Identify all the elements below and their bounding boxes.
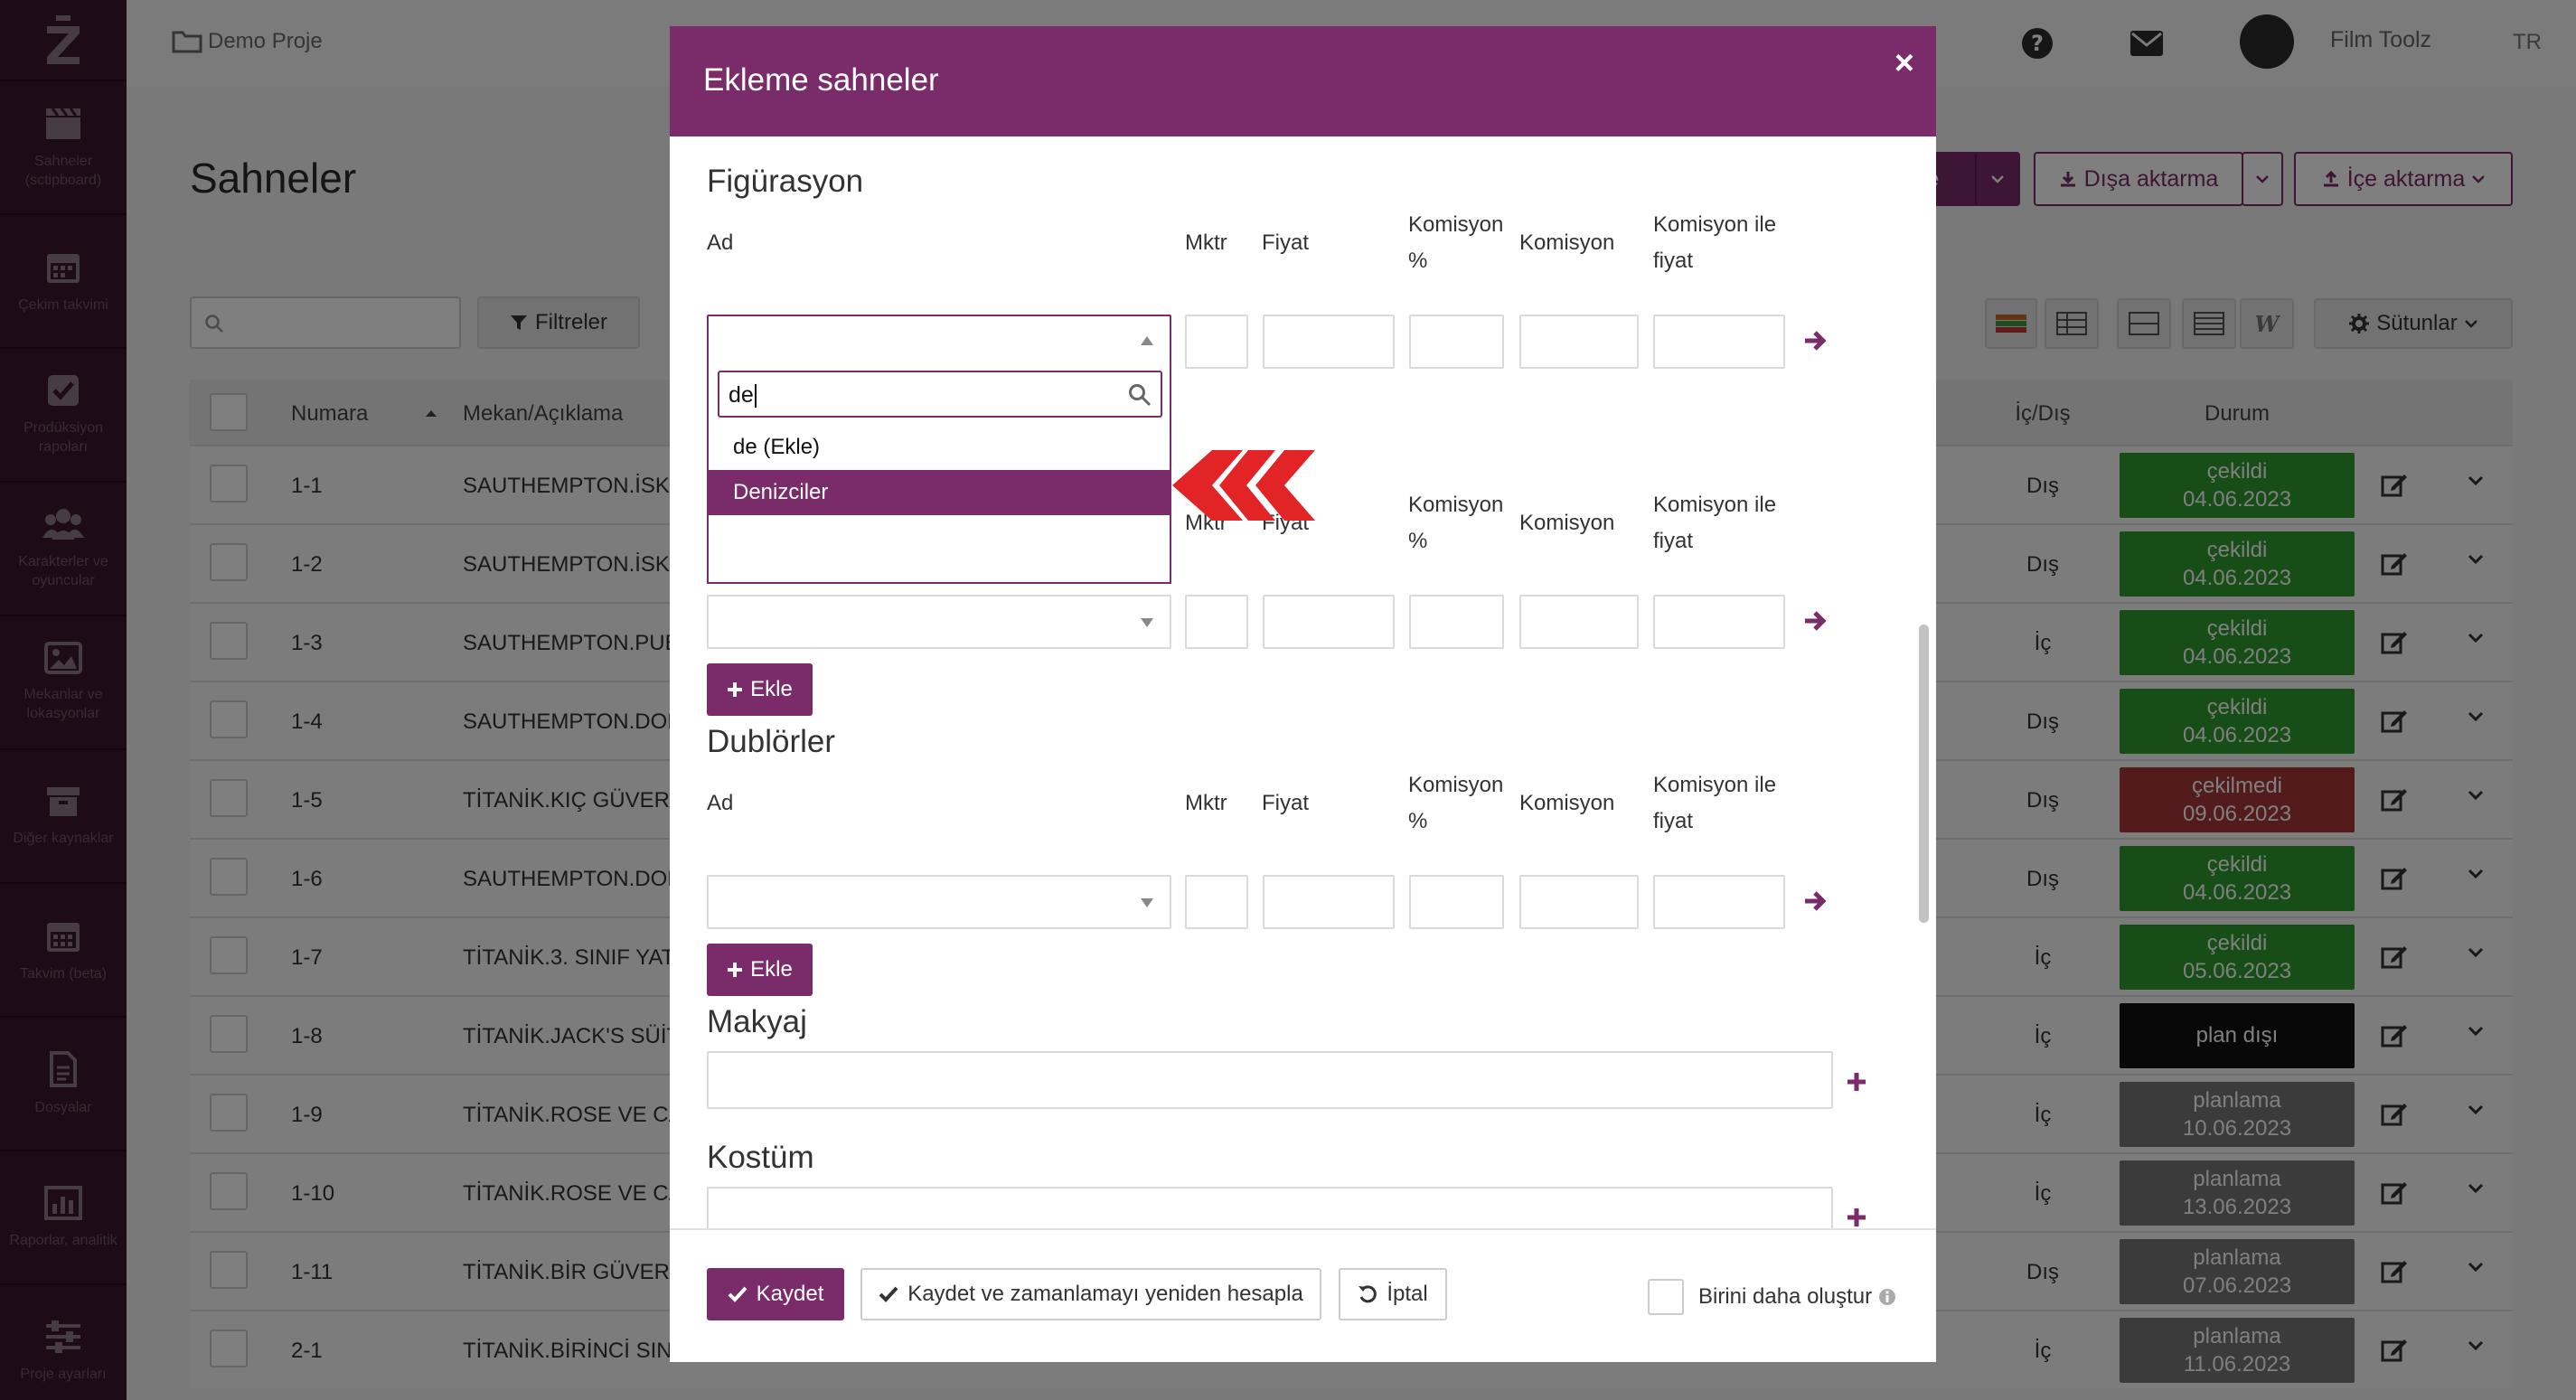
extras-name-select[interactable] [707,595,1171,649]
commission-pct-input[interactable] [1409,875,1504,929]
label-fiyat: Fiyat [1262,791,1310,815]
quantity-input[interactable] [1185,595,1248,649]
plus-icon [728,963,743,977]
section-title-dublorler: Dublörler [707,724,835,759]
check-icon [879,1286,898,1302]
search-icon [1129,384,1152,407]
caret-down-icon [1141,898,1153,907]
modal-scrollbar[interactable] [1919,625,1929,923]
commission-input[interactable] [1519,595,1639,649]
extras-name-select-open[interactable] [707,315,1171,369]
price-input[interactable] [1263,875,1395,929]
label-komisyon: Komisyon [1519,511,1615,535]
quantity-input[interactable] [1185,875,1248,929]
label-komisyon-pct: Komisyon% [1408,773,1504,833]
section-title-makyaj: Makyaj [707,1004,807,1039]
section-title-kostum: Kostüm [707,1140,814,1175]
price-with-commission-input[interactable] [1653,875,1785,929]
caret-up-icon [1141,336,1153,345]
label-komisyon-pct: Komisyon% [1408,493,1504,553]
modal-footer: Kaydet Kaydet ve zamanlamayı yeniden hes… [670,1228,1936,1362]
commission-pct-input[interactable] [1409,315,1504,369]
modal-body: Figürasyon Ad Mktr Fiyat Komisyon% Komis… [670,136,1936,1228]
caret-down-icon [1141,618,1153,627]
label-komisyon-ile-fiyat: Komisyon ile fiyat [1653,212,1777,273]
add-scene-modal: Ekleme sahneler × Figürasyon Ad Mktr Fiy… [670,26,1936,1362]
makeup-input[interactable] [707,1051,1833,1109]
label-mktr: Mktr [1185,791,1227,815]
arrow-right-icon[interactable] [1802,888,1828,914]
price-with-commission-input[interactable] [1653,595,1785,649]
save-label: Kaydet [756,1282,824,1306]
label-fiyat: Fiyat [1262,230,1310,255]
save-button[interactable]: Kaydet [707,1268,844,1320]
add-makeup-plus-icon[interactable] [1847,1072,1866,1092]
dropdown-option-add[interactable]: de (Ekle) [709,425,1171,470]
extras-dropdown: de de (Ekle) Denizciler [707,367,1171,584]
arrow-right-icon[interactable] [1802,328,1828,353]
costume-input[interactable] [707,1187,1833,1228]
save-recalculate-button[interactable]: Kaydet ve zamanlamayı yeniden hesapla [860,1268,1321,1320]
add-label: Ekle [750,677,793,701]
create-another-checkbox[interactable] [1648,1279,1684,1315]
dropdown-search-input[interactable]: de [718,371,1162,418]
label-komisyon-pct: Komisyon% [1408,212,1504,273]
check-icon [728,1286,747,1302]
label-komisyon: Komisyon [1519,230,1615,255]
dropdown-option-denizciler[interactable]: Denizciler [709,470,1171,515]
undo-icon [1359,1285,1377,1303]
create-another-label[interactable]: Birini daha oluştur [1698,1284,1872,1310]
stunt-name-select[interactable] [707,875,1171,929]
add-label: Ekle [750,957,793,982]
pointer-arrows-icon [1172,450,1315,521]
commission-pct-input[interactable] [1409,595,1504,649]
cancel-label: İptal [1387,1282,1428,1306]
label-ad: Ad [707,230,734,255]
modal-header: Ekleme sahneler × [670,26,1936,136]
label-komisyon-ile-fiyat: Komisyon ile fiyat [1653,773,1777,833]
commission-input[interactable] [1519,875,1639,929]
section-title-figurasyon: Figürasyon [707,164,864,199]
info-icon[interactable] [1878,1288,1896,1306]
close-icon[interactable]: × [1894,44,1914,83]
price-input[interactable] [1263,315,1395,369]
add-extras-button[interactable]: Ekle [707,663,813,716]
price-with-commission-input[interactable] [1653,315,1785,369]
cancel-button[interactable]: İptal [1339,1268,1447,1320]
quantity-input[interactable] [1185,315,1248,369]
label-komisyon-ile-fiyat: Komisyon ile fiyat [1653,493,1777,553]
save-recalculate-label: Kaydet ve zamanlamayı yeniden hesapla [907,1282,1303,1306]
commission-input[interactable] [1519,315,1639,369]
price-input[interactable] [1263,595,1395,649]
label-ad: Ad [707,791,734,815]
dropdown-search-value: de [729,382,757,409]
label-mktr: Mktr [1185,230,1227,255]
arrow-right-icon[interactable] [1802,608,1828,634]
label-komisyon: Komisyon [1519,791,1615,815]
add-stunt-button[interactable]: Ekle [707,944,813,996]
add-costume-plus-icon[interactable] [1847,1207,1866,1227]
modal-title: Ekleme sahneler [703,62,939,98]
plus-icon [728,682,743,697]
